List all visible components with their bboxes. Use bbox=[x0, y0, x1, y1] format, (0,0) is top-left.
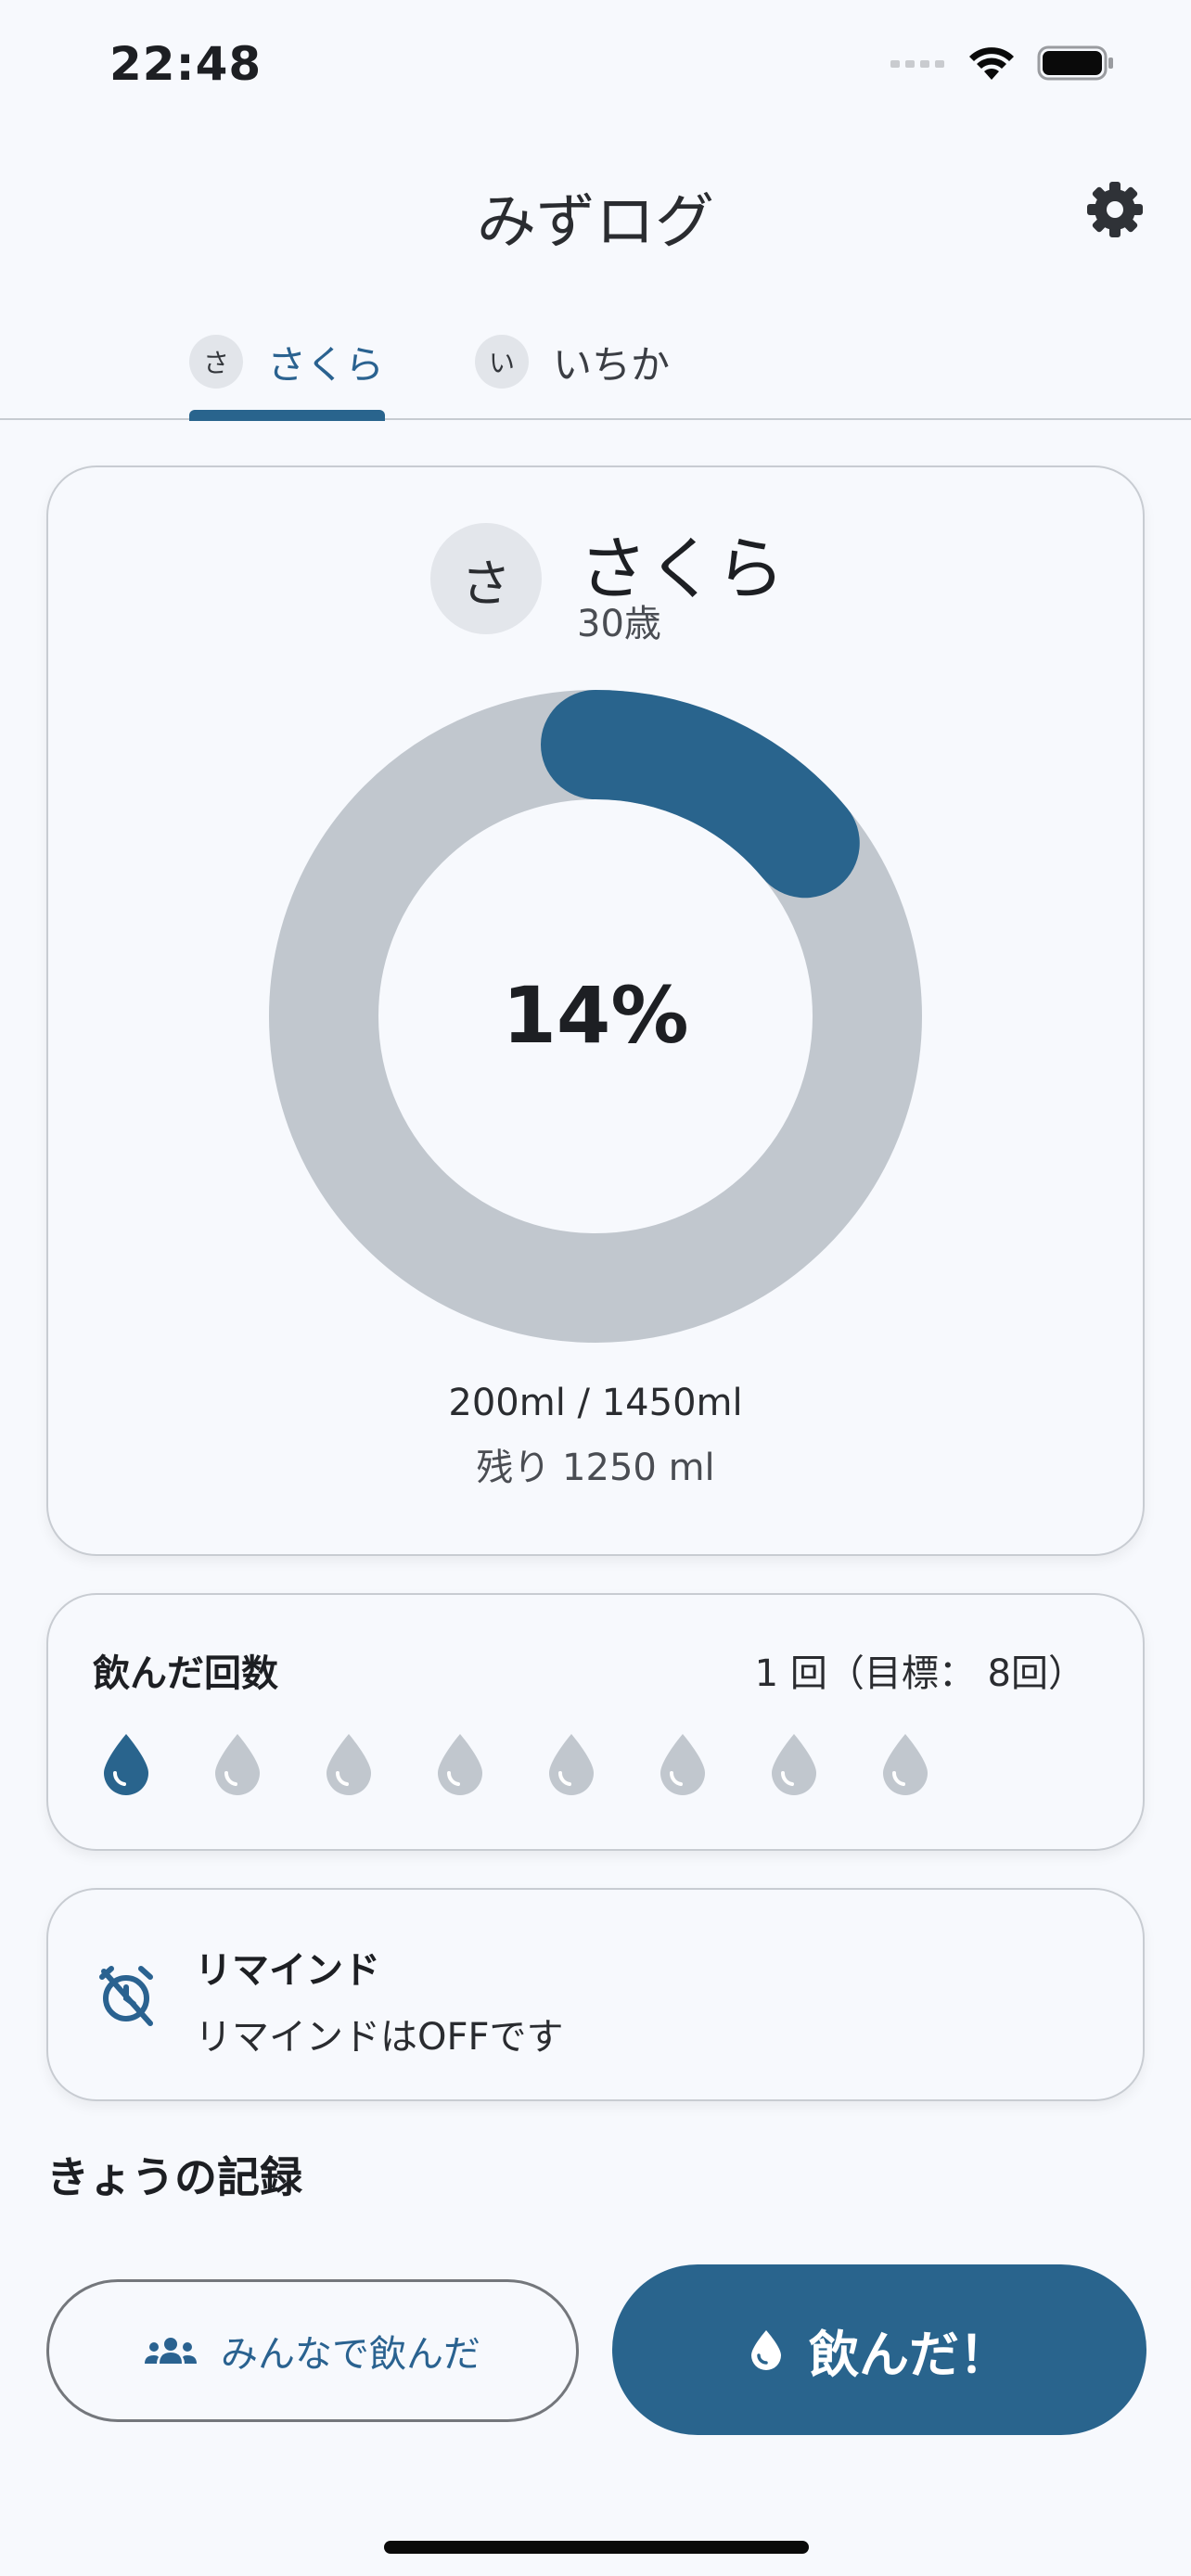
home-indicator[interactable] bbox=[384, 2541, 809, 2554]
progress-amount: 200ml / 1450ml bbox=[448, 1382, 743, 1424]
gear-icon bbox=[1087, 182, 1143, 237]
drink-count-drops bbox=[100, 1730, 931, 1797]
settings-button[interactable] bbox=[1080, 174, 1150, 245]
drink-count-card bbox=[46, 1593, 1145, 1851]
profile-age: 30歳 bbox=[577, 603, 661, 645]
water-drop-icon bbox=[751, 2330, 781, 2370]
status-icons bbox=[890, 45, 1115, 82]
tab-active-indicator bbox=[189, 410, 385, 421]
tab-sakura[interactable]: さ さくら bbox=[189, 315, 384, 408]
drink-count-value: 1 回（目標： 8回） bbox=[754, 1652, 1085, 1695]
alarm-off-icon bbox=[99, 1966, 153, 2026]
drop-icon-empty bbox=[327, 1734, 371, 1795]
wifi-icon bbox=[969, 47, 1014, 80]
tab-avatar: さ bbox=[189, 335, 243, 389]
app-title: みずログ bbox=[477, 188, 714, 257]
tab-ichika[interactable]: い いちか bbox=[475, 315, 670, 408]
progress-percent: 14% bbox=[502, 970, 689, 1061]
reminder-status: リマインドはOFFです bbox=[195, 2016, 564, 2059]
drop-icon-empty bbox=[883, 1734, 928, 1795]
drop-icon-empty bbox=[215, 1734, 260, 1795]
drop-icon-empty bbox=[549, 1734, 594, 1795]
tab-label: いちか bbox=[553, 341, 671, 388]
drink-count-title: 飲んだ回数 bbox=[93, 1652, 278, 1695]
drop-icon-empty bbox=[772, 1734, 816, 1795]
drank-together-button[interactable]: みんなで飲んだ bbox=[46, 2279, 579, 2422]
records-heading: きょうの記録 bbox=[46, 2152, 302, 2202]
progress-remaining: 残り 1250 ml bbox=[476, 1447, 715, 1489]
avatar: さ bbox=[430, 523, 542, 634]
people-icon bbox=[145, 2338, 197, 2364]
drank-together-label: みんなで飲んだ bbox=[221, 2333, 480, 2376]
tab-divider bbox=[0, 418, 1191, 420]
drop-icon-filled bbox=[104, 1734, 148, 1795]
tab-avatar: い bbox=[475, 335, 529, 389]
reminder-card[interactable] bbox=[46, 1888, 1145, 2101]
drank-button[interactable]: 飲んだ！ bbox=[612, 2264, 1146, 2435]
status-time: 22:48 bbox=[109, 37, 263, 91]
cellular-signal-icon bbox=[890, 60, 944, 68]
drop-icon-empty bbox=[660, 1734, 705, 1795]
tab-label: さくら bbox=[267, 341, 385, 388]
battery-icon bbox=[1037, 45, 1113, 81]
reminder-title: リマインド bbox=[195, 1949, 380, 1992]
drank-label: 飲んだ！ bbox=[809, 2325, 1009, 2384]
drop-icon-empty bbox=[438, 1734, 482, 1795]
